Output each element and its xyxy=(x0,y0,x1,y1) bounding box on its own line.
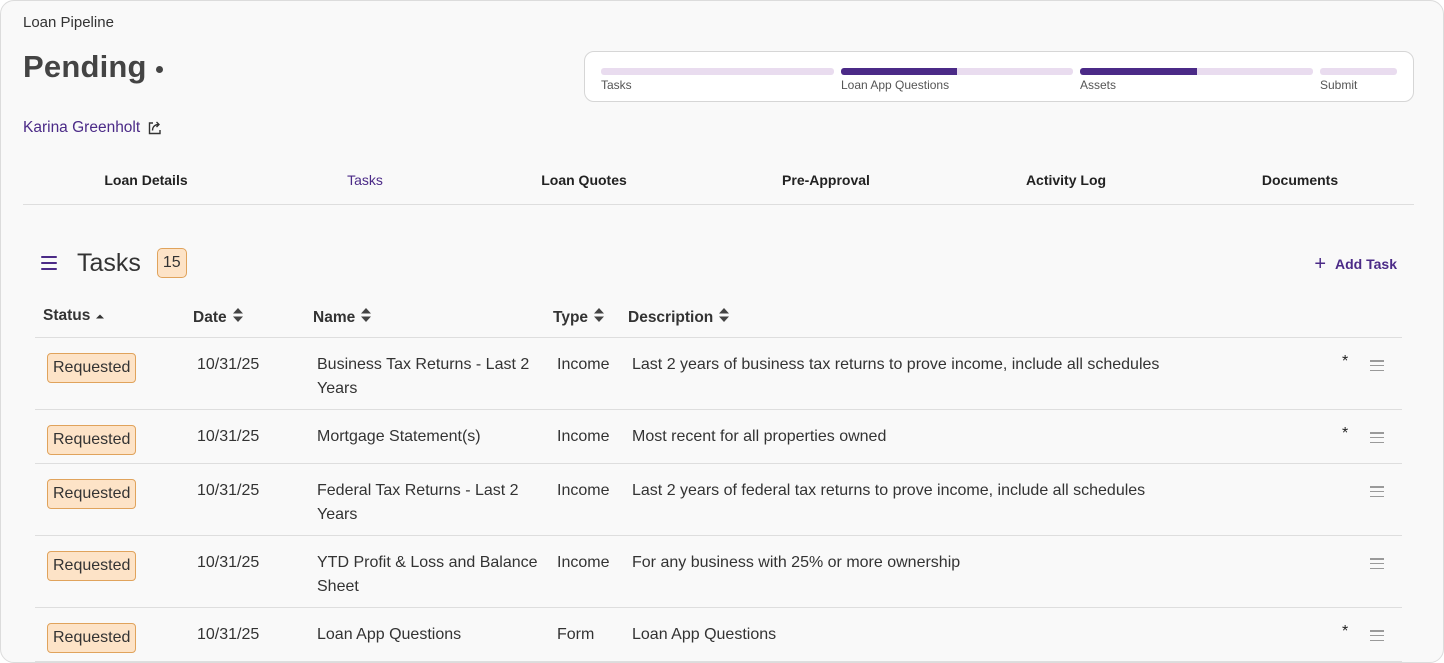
column-header-label: Date xyxy=(193,308,227,326)
task-type: Form xyxy=(557,626,595,643)
tasks-header: Tasks 15 xyxy=(41,248,187,278)
progress-step-bar xyxy=(601,68,834,75)
status-badge: Requested xyxy=(47,551,137,581)
column-header-label: Status xyxy=(43,307,91,324)
progress-step-label: Submit xyxy=(1320,78,1358,92)
task-type: Income xyxy=(557,482,610,499)
section-title: Tasks xyxy=(77,248,141,277)
page-title-row: Pending xyxy=(23,49,163,85)
plus-icon: + xyxy=(1314,253,1327,275)
client-name[interactable]: Karina Greenholt xyxy=(23,119,140,137)
task-count-badge: 15 xyxy=(156,248,187,278)
tab-documents[interactable]: Documents xyxy=(1262,172,1338,188)
status-badge: Requested xyxy=(47,623,137,653)
sort-icon xyxy=(360,307,372,328)
tab-activity-log[interactable]: Activity Log xyxy=(1026,172,1106,188)
tasks-table: Status Date Name Type Description Reques… xyxy=(35,301,1402,662)
progress-step-tasks[interactable]: Tasks xyxy=(601,68,834,92)
progress-step-bar xyxy=(841,68,1073,75)
task-name[interactable]: YTD Profit & Loss and Balance Sheet xyxy=(317,551,542,599)
task-name[interactable]: Federal Tax Returns - Last 2 Years xyxy=(317,479,542,527)
task-description: Last 2 years of business tax returns to … xyxy=(632,356,1160,373)
task-date: 10/31/25 xyxy=(197,428,260,445)
drag-handle-icon[interactable] xyxy=(1370,630,1384,641)
table-row[interactable]: Requested 10/31/25 YTD Profit & Loss and… xyxy=(35,536,1402,608)
progress-step-label: Tasks xyxy=(601,78,632,92)
add-task-button[interactable]: + Add Task xyxy=(1314,253,1397,275)
sort-asc-icon xyxy=(95,307,105,325)
client-name-link[interactable]: Karina Greenholt xyxy=(23,119,163,137)
column-header-status[interactable]: Status xyxy=(43,307,105,325)
drag-handle-icon[interactable] xyxy=(1370,558,1384,569)
column-header-label: Type xyxy=(553,308,589,326)
progress-step-loan-app-questions[interactable]: Loan App Questions xyxy=(841,68,1073,92)
task-date: 10/31/25 xyxy=(197,554,260,571)
column-header-type[interactable]: Type xyxy=(553,307,605,328)
drag-handle-icon[interactable] xyxy=(1370,486,1384,497)
status-badge: Requested xyxy=(47,425,137,455)
tab-loan-quotes[interactable]: Loan Quotes xyxy=(541,172,627,188)
breadcrumb[interactable]: Loan Pipeline xyxy=(23,14,114,31)
progress-step-bar xyxy=(1320,68,1397,75)
sort-icon xyxy=(232,307,244,328)
hamburger-icon[interactable] xyxy=(41,256,57,270)
required-indicator: * xyxy=(1342,353,1349,370)
loan-tabs: Loan Details Tasks Loan Quotes Pre-Appro… xyxy=(23,161,1414,205)
drag-handle-icon[interactable] xyxy=(1370,360,1384,371)
task-type: Income xyxy=(557,428,610,445)
task-description: Last 2 years of federal tax returns to p… xyxy=(632,482,1146,499)
column-header-date[interactable]: Date xyxy=(193,307,244,328)
task-date: 10/31/25 xyxy=(197,626,260,643)
table-row[interactable]: Requested 10/31/25 Federal Tax Returns -… xyxy=(35,464,1402,536)
loan-progress-card: Tasks Loan App Questions Assets Submit xyxy=(584,51,1414,102)
task-description: Most recent for all properties owned xyxy=(632,428,887,445)
table-header: Status Date Name Type Description xyxy=(35,301,1402,338)
add-task-label: Add Task xyxy=(1335,256,1397,272)
task-description: For any business with 25% or more owners… xyxy=(632,554,961,571)
column-header-name[interactable]: Name xyxy=(313,307,372,328)
task-date: 10/31/25 xyxy=(197,482,260,499)
progress-step-submit[interactable]: Submit xyxy=(1320,68,1397,92)
sort-icon xyxy=(593,307,605,328)
task-type: Income xyxy=(557,554,610,571)
required-indicator: * xyxy=(1342,425,1349,442)
task-name[interactable]: Loan App Questions xyxy=(317,623,542,647)
page-title: Pending xyxy=(23,49,147,84)
task-name[interactable]: Mortgage Statement(s) xyxy=(317,425,542,449)
table-row[interactable]: Requested 10/31/25 Loan App Questions Fo… xyxy=(35,608,1402,662)
task-name[interactable]: Business Tax Returns - Last 2 Years xyxy=(317,353,542,401)
column-header-description[interactable]: Description xyxy=(628,307,730,328)
tab-loan-details[interactable]: Loan Details xyxy=(104,172,187,188)
column-header-label: Name xyxy=(313,308,356,326)
progress-step-fill xyxy=(1080,68,1197,75)
required-indicator: * xyxy=(1342,623,1349,640)
task-date: 10/31/25 xyxy=(197,356,260,373)
progress-step-fill xyxy=(841,68,957,75)
status-dot-icon xyxy=(155,65,163,73)
tab-pre-approval[interactable]: Pre-Approval xyxy=(782,172,870,188)
progress-step-label: Assets xyxy=(1080,78,1117,92)
task-description: Loan App Questions xyxy=(632,626,777,643)
progress-step-label: Loan App Questions xyxy=(841,78,950,92)
status-badge: Requested xyxy=(47,479,137,509)
table-row[interactable]: Requested 10/31/25 Mortgage Statement(s)… xyxy=(35,410,1402,464)
drag-handle-icon[interactable] xyxy=(1370,432,1384,443)
sort-icon xyxy=(718,307,730,328)
status-badge: Requested xyxy=(47,353,137,383)
progress-step-bar xyxy=(1080,68,1313,75)
task-type: Income xyxy=(557,356,610,373)
column-header-label: Description xyxy=(628,308,714,326)
loan-detail-page: Loan Pipeline Pending Tasks Loan App Que… xyxy=(0,0,1444,663)
progress-step-assets[interactable]: Assets xyxy=(1080,68,1313,92)
tab-tasks[interactable]: Tasks xyxy=(347,172,383,188)
external-link-icon[interactable] xyxy=(147,120,163,136)
table-row[interactable]: Requested 10/31/25 Business Tax Returns … xyxy=(35,338,1402,410)
